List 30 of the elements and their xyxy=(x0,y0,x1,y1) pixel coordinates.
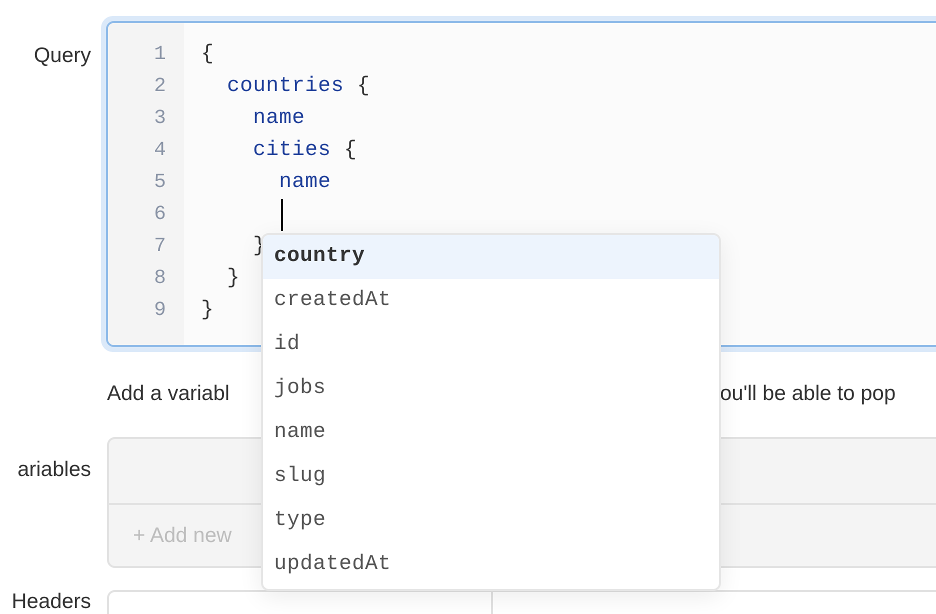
line-number: 3 xyxy=(152,106,167,132)
field-label: ariables xyxy=(17,458,91,483)
suggestion-item[interactable]: slug xyxy=(263,455,719,499)
code-brace: { xyxy=(201,43,214,66)
code-field: name xyxy=(201,107,306,130)
suggestion-item[interactable]: updatedAt xyxy=(263,543,719,587)
line-number: 5 xyxy=(152,170,167,196)
field-label: Query xyxy=(34,44,91,69)
code-brace: } xyxy=(201,299,214,322)
line-number: 4 xyxy=(152,138,167,164)
code-brace: { xyxy=(343,139,358,162)
line-number: 1 xyxy=(152,42,167,68)
code-brace: } xyxy=(226,267,240,290)
code-field: name xyxy=(201,171,332,194)
code-field: cities xyxy=(201,139,332,162)
suggestion-item[interactable]: type xyxy=(263,499,719,543)
helper-text: Add a variabl xyxy=(107,382,231,406)
code-field: countries xyxy=(201,75,344,98)
field-label: Headers xyxy=(12,590,91,614)
suggestion-item[interactable]: jobs xyxy=(263,367,719,411)
code-brace: { xyxy=(356,75,370,98)
line-number: 2 xyxy=(152,74,167,100)
line-number: 6 xyxy=(152,202,167,228)
line-number: 8 xyxy=(152,266,167,292)
helper-text: ou'll be able to pop xyxy=(720,382,896,406)
suggestion-item[interactable]: createdAt xyxy=(263,279,719,323)
line-number: 9 xyxy=(152,298,167,324)
suggestion-item[interactable]: country xyxy=(263,235,719,279)
line-number: 7 xyxy=(152,234,167,260)
suggestion-item[interactable]: name xyxy=(263,411,719,455)
